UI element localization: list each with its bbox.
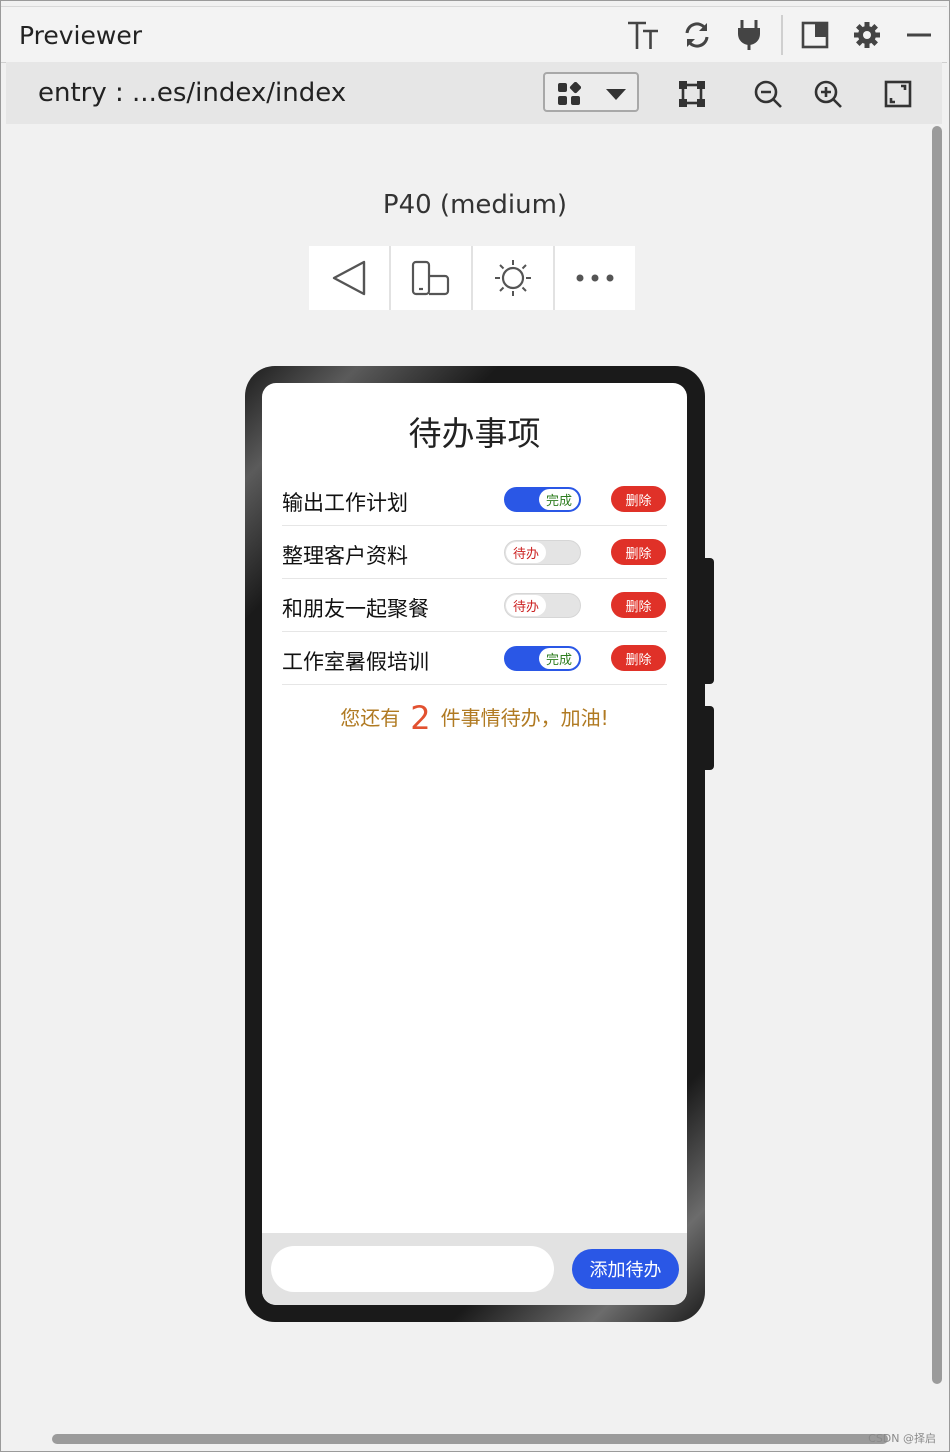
title-bar: Previewer	[1, 6, 947, 63]
device-controls	[309, 246, 635, 310]
phone-screen: 待办事项 输出工作计划 完成 删除 整理客户资料 待办 删除 和朋友一起聚餐 待…	[262, 383, 687, 1305]
more-button[interactable]	[555, 246, 635, 310]
page-path: entry : ...es/index/index	[38, 78, 347, 108]
status-label: 待办	[506, 595, 546, 616]
todo-item: 和朋友一起聚餐 待办 删除	[282, 579, 667, 632]
pending-count: 2	[410, 699, 431, 737]
app-title: 待办事项	[408, 414, 541, 453]
todo-list: 输出工作计划 完成 删除 整理客户资料 待办 删除 和朋友一起聚餐 待办 删除 …	[282, 473, 667, 685]
plug-icon[interactable]	[731, 17, 767, 53]
add-todo-bar: 添加待办	[262, 1233, 687, 1305]
new-todo-input[interactable]	[271, 1246, 554, 1292]
status-label: 完成	[539, 489, 579, 510]
todo-text: 整理客户资料	[282, 544, 408, 568]
delete-button[interactable]: 删除	[611, 486, 666, 512]
status-label: 待办	[506, 542, 546, 563]
watermark: CSDN @择启	[868, 1432, 936, 1445]
rotate-button[interactable]	[391, 246, 471, 310]
delete-button[interactable]: 删除	[611, 645, 666, 671]
minimize-icon[interactable]	[901, 17, 937, 53]
todo-item: 输出工作计划 完成 删除	[282, 473, 667, 526]
todo-text: 和朋友一起聚餐	[282, 597, 429, 621]
brightness-icon	[495, 260, 531, 296]
back-icon	[332, 260, 366, 296]
chevron-down-icon	[606, 89, 626, 100]
toolbar-separator	[781, 15, 783, 55]
more-icon	[576, 274, 614, 282]
status-toggle[interactable]: 待办	[504, 540, 581, 565]
status-toggle[interactable]: 完成	[504, 487, 581, 512]
phone-power-button	[704, 706, 714, 770]
vertical-scrollbar[interactable]	[932, 126, 942, 1384]
todo-item: 工作室暑假培训 完成 删除	[282, 632, 667, 685]
crop-frame-icon[interactable]	[674, 76, 710, 112]
add-todo-button[interactable]: 添加待办	[572, 1249, 679, 1289]
panel-toggle-icon[interactable]	[797, 17, 833, 53]
todo-text: 工作室暑假培训	[282, 650, 429, 674]
todo-item: 整理客户资料 待办 删除	[282, 526, 667, 579]
todo-text: 输出工作计划	[282, 491, 408, 515]
back-button[interactable]	[309, 246, 389, 310]
status-toggle[interactable]: 完成	[504, 646, 581, 671]
summary-suffix: 件事情待办，加油!	[440, 706, 609, 730]
status-toggle[interactable]: 待办	[504, 593, 581, 618]
horizontal-scrollbar[interactable]	[52, 1434, 888, 1444]
preview-toolbar: entry : ...es/index/index	[6, 62, 942, 124]
status-label: 完成	[539, 648, 579, 669]
delete-button[interactable]: 删除	[611, 539, 666, 565]
pending-summary: 您还有 2 件事情待办，加油!	[262, 699, 687, 737]
zoom-in-icon[interactable]	[810, 76, 846, 112]
phone-volume-button	[704, 558, 714, 684]
grid-icon	[558, 82, 581, 105]
delete-button[interactable]: 删除	[611, 592, 666, 618]
text-size-icon[interactable]	[625, 17, 661, 53]
gear-icon[interactable]	[849, 17, 885, 53]
fit-screen-icon[interactable]	[880, 76, 916, 112]
zoom-out-icon[interactable]	[750, 76, 786, 112]
window-title: Previewer	[19, 21, 142, 50]
device-name: P40 (medium)	[382, 190, 568, 220]
layout-dropdown[interactable]	[543, 72, 639, 112]
rotate-icon	[411, 260, 450, 296]
brightness-button[interactable]	[473, 246, 553, 310]
summary-prefix: 您还有	[340, 706, 401, 730]
refresh-icon[interactable]	[679, 17, 715, 53]
